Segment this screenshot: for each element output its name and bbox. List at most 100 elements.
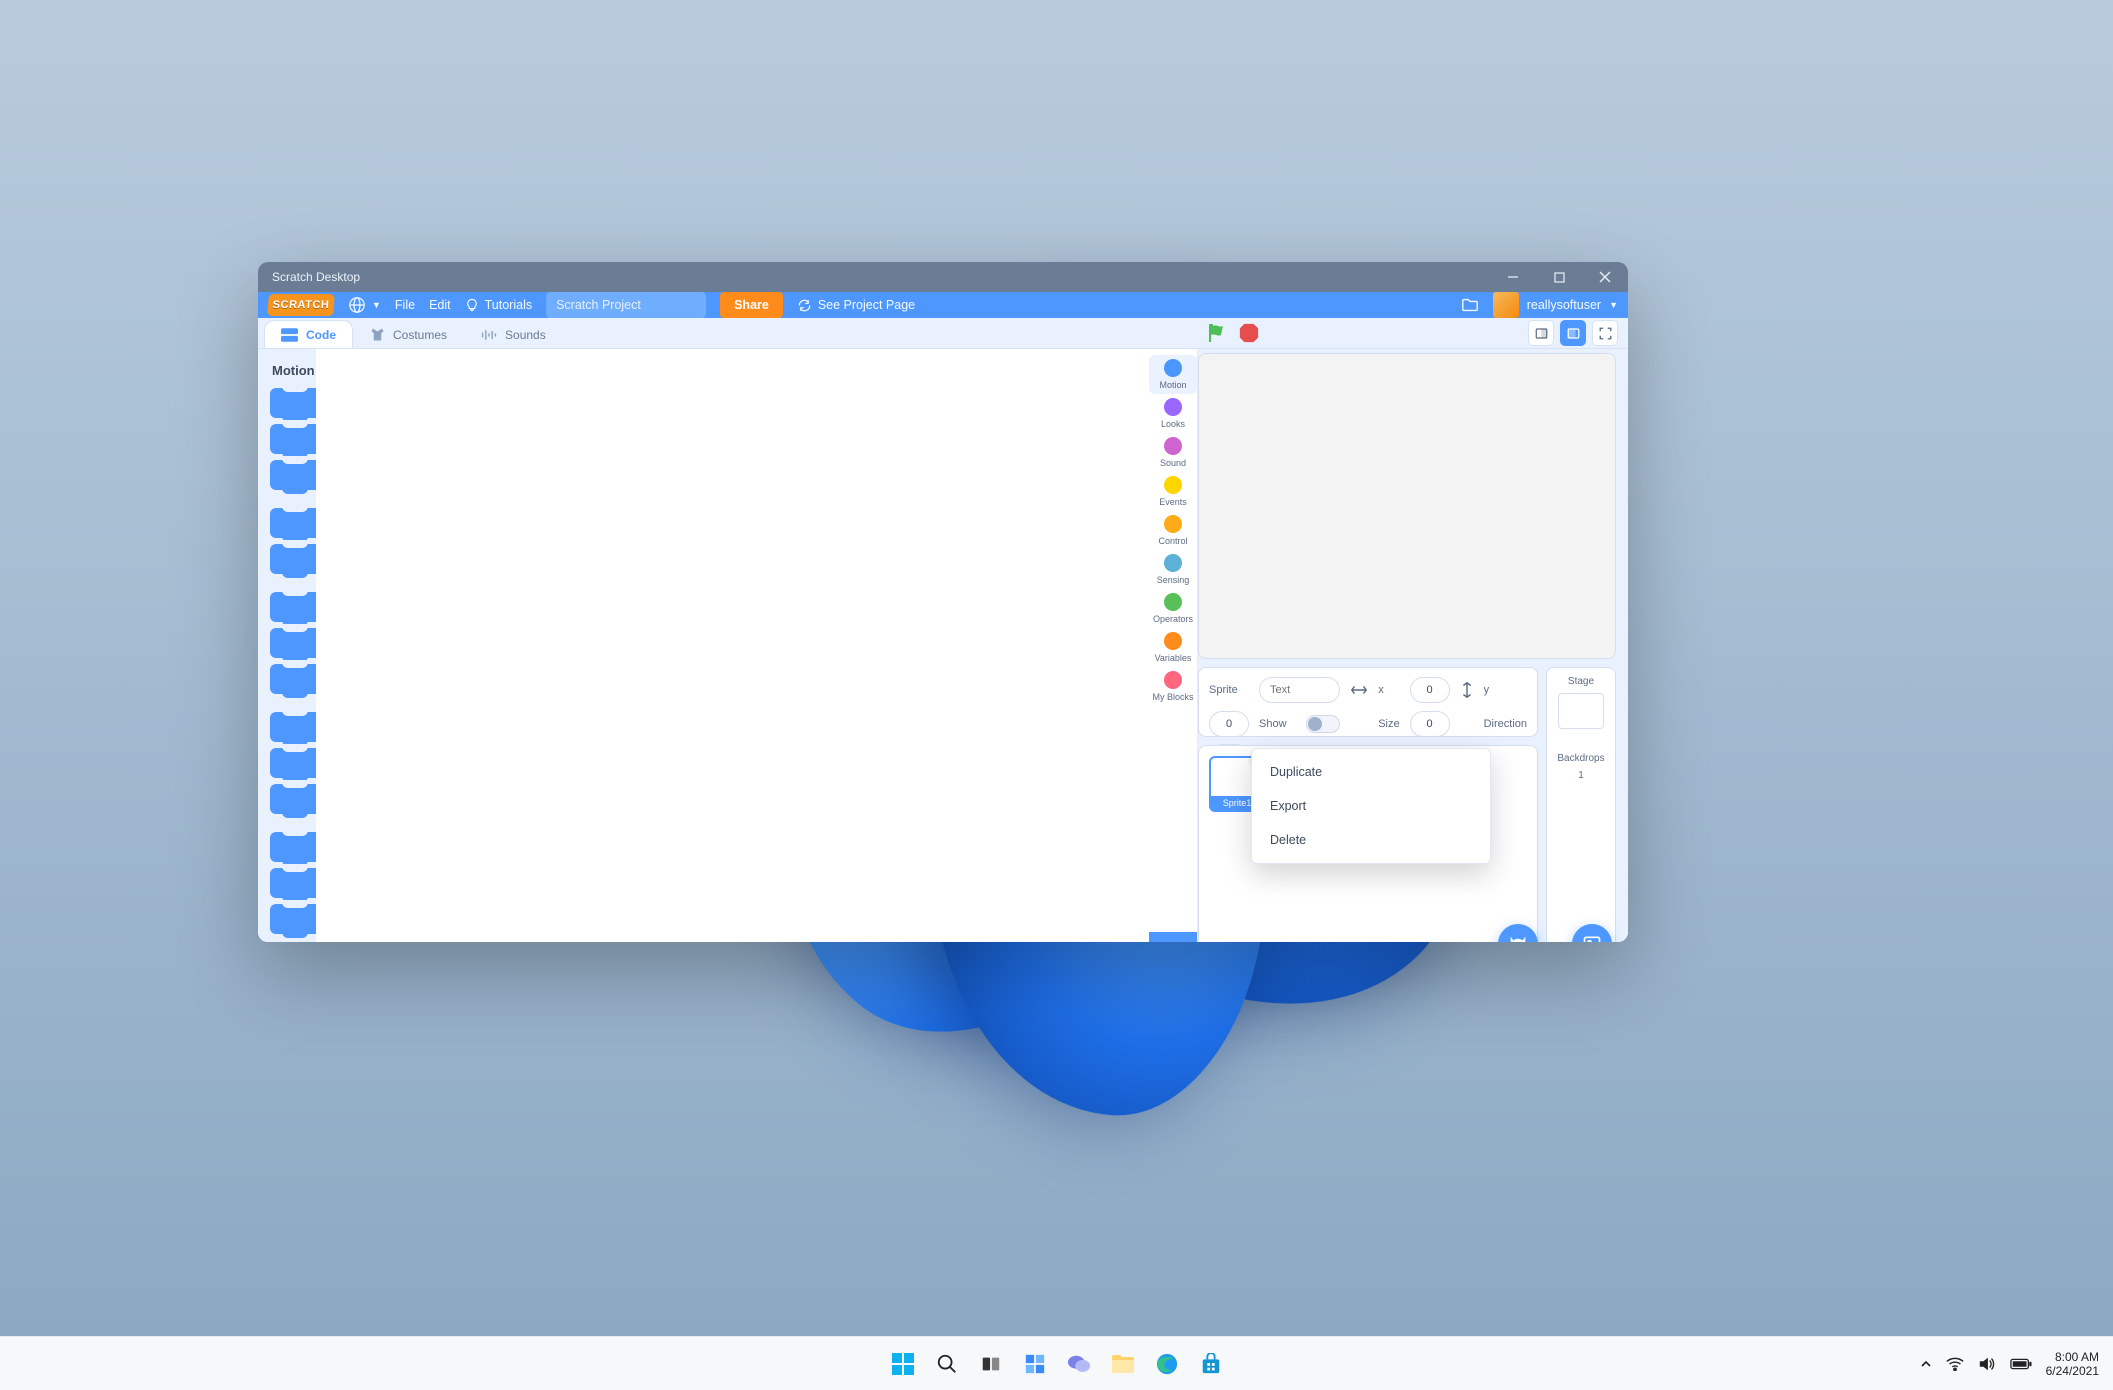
category-operators[interactable]: Operators (1149, 589, 1197, 628)
y-arrows-icon (1460, 681, 1474, 699)
folder-icon (1461, 296, 1479, 314)
stage-thumbnail[interactable] (1558, 693, 1604, 729)
fullscreen-button[interactable] (1592, 320, 1618, 346)
stage-small-button[interactable] (1528, 320, 1554, 346)
stage-controls (1198, 318, 1628, 348)
window-minimize-button[interactable] (1490, 262, 1536, 292)
motion-block[interactable] (270, 424, 316, 454)
volume-icon[interactable] (1978, 1356, 1996, 1372)
sprite-name-input[interactable] (1259, 677, 1340, 703)
motion-block[interactable] (270, 544, 316, 574)
motion-block[interactable] (270, 592, 316, 622)
widgets-icon[interactable] (1022, 1351, 1048, 1377)
right-panel: Sprite x y Show Size Direction Stage (1198, 348, 1628, 942)
start-button[interactable] (890, 1351, 916, 1377)
backdrops-count: 1 (1578, 770, 1584, 781)
direction-label: Direction (1484, 718, 1527, 730)
lightbulb-icon (465, 298, 479, 312)
sprite-label: Sprite (1209, 684, 1238, 696)
stage-large-button[interactable] (1560, 320, 1586, 346)
menubar: SCRATCH ▼ File Edit Tutorials Share See … (258, 292, 1628, 318)
cat-face-icon (1507, 933, 1529, 942)
block-palette[interactable]: Motion (258, 349, 316, 942)
motion-block[interactable] (270, 388, 316, 418)
account-menu[interactable]: reallysoftuser ▼ (1493, 292, 1618, 318)
show-label: Show (1259, 718, 1287, 730)
motion-block[interactable] (270, 904, 316, 934)
app-window: Scratch Desktop SCRATCH ▼ File Edit Tuto… (258, 262, 1628, 942)
sprite-info-panel: Sprite x y Show Size Direction (1198, 667, 1538, 737)
motion-block[interactable] (270, 832, 316, 862)
category-sensing[interactable]: Sensing (1149, 550, 1197, 589)
stage-canvas[interactable] (1198, 353, 1616, 659)
see-project-page-button[interactable]: See Project Page (797, 298, 915, 313)
motion-block[interactable] (270, 508, 316, 538)
motion-block[interactable] (270, 784, 316, 814)
category-motion[interactable]: Motion (1149, 355, 1197, 394)
tab-code[interactable]: Code (264, 320, 353, 348)
store-icon[interactable] (1198, 1351, 1224, 1377)
scratch-logo[interactable]: SCRATCH (267, 294, 335, 316)
category-sound[interactable]: Sound (1149, 433, 1197, 472)
stage-title: Stage (1568, 676, 1594, 687)
window-title: Scratch Desktop (272, 270, 360, 284)
sprite-size-input[interactable] (1410, 711, 1450, 737)
category-column: MotionLooksSoundEventsControlSensingOper… (1149, 349, 1198, 942)
explorer-icon[interactable] (1110, 1351, 1136, 1377)
motion-block[interactable] (270, 628, 316, 658)
palette-heading: Motion (272, 363, 316, 378)
window-maximize-button[interactable] (1536, 262, 1582, 292)
edge-icon[interactable] (1154, 1351, 1180, 1377)
project-title-input[interactable] (546, 292, 706, 318)
language-menu[interactable]: ▼ (348, 296, 381, 314)
sprite-list: Sprite1 Duplicate Export Delete (1198, 745, 1538, 942)
tray-clock[interactable]: 8:00 AM 6/24/2021 (2046, 1350, 2099, 1378)
motion-block[interactable] (270, 748, 316, 778)
share-button[interactable]: Share (720, 292, 783, 318)
category-events[interactable]: Events (1149, 472, 1197, 511)
sprite-y-input[interactable] (1209, 711, 1249, 737)
x-label: x (1378, 684, 1384, 696)
sprite-x-input[interactable] (1410, 677, 1450, 703)
add-extension-button[interactable] (1149, 932, 1197, 942)
motion-block[interactable] (270, 868, 316, 898)
category-looks[interactable]: Looks (1149, 394, 1197, 433)
context-delete[interactable]: Delete (1252, 823, 1490, 857)
folder-button[interactable] (1461, 296, 1479, 314)
tab-costumes[interactable]: Costumes (353, 320, 464, 348)
motion-block[interactable] (270, 460, 316, 490)
y-label: y (1484, 684, 1490, 696)
context-duplicate[interactable]: Duplicate (1252, 755, 1490, 789)
sounds-icon (481, 328, 497, 342)
wifi-icon[interactable] (1946, 1357, 1964, 1371)
sprite-context-menu: Duplicate Export Delete (1251, 748, 1491, 864)
backdrops-label: Backdrops (1557, 753, 1604, 764)
code-icon (281, 328, 298, 342)
category-my-blocks[interactable]: My Blocks (1149, 667, 1197, 706)
tab-sounds[interactable]: Sounds (464, 320, 563, 348)
window-close-button[interactable] (1582, 262, 1628, 292)
editor-tabs: Code Costumes Sounds (258, 318, 1198, 348)
motion-block[interactable] (270, 712, 316, 742)
chat-icon[interactable] (1066, 1351, 1092, 1377)
green-flag-icon[interactable] (1204, 321, 1228, 345)
category-control[interactable]: Control (1149, 511, 1197, 550)
edit-menu[interactable]: Edit (429, 298, 451, 312)
system-tray: 8:00 AM 6/24/2021 (1920, 1350, 2099, 1378)
refresh-icon (797, 298, 812, 313)
globe-icon (348, 296, 366, 314)
tray-chevron-icon[interactable] (1920, 1358, 1932, 1370)
category-variables[interactable]: Variables (1149, 628, 1197, 667)
show-toggle[interactable] (1306, 715, 1340, 733)
x-arrows-icon (1350, 683, 1368, 697)
context-export[interactable]: Export (1252, 789, 1490, 823)
stop-icon[interactable] (1238, 322, 1260, 344)
battery-icon[interactable] (2010, 1358, 2032, 1370)
size-label: Size (1378, 718, 1399, 730)
tutorials-button[interactable]: Tutorials (465, 298, 532, 312)
file-menu[interactable]: File (395, 298, 415, 312)
task-view-icon[interactable] (978, 1351, 1004, 1377)
titlebar[interactable]: Scratch Desktop (258, 262, 1628, 292)
search-icon[interactable] (934, 1351, 960, 1377)
motion-block[interactable] (270, 664, 316, 694)
